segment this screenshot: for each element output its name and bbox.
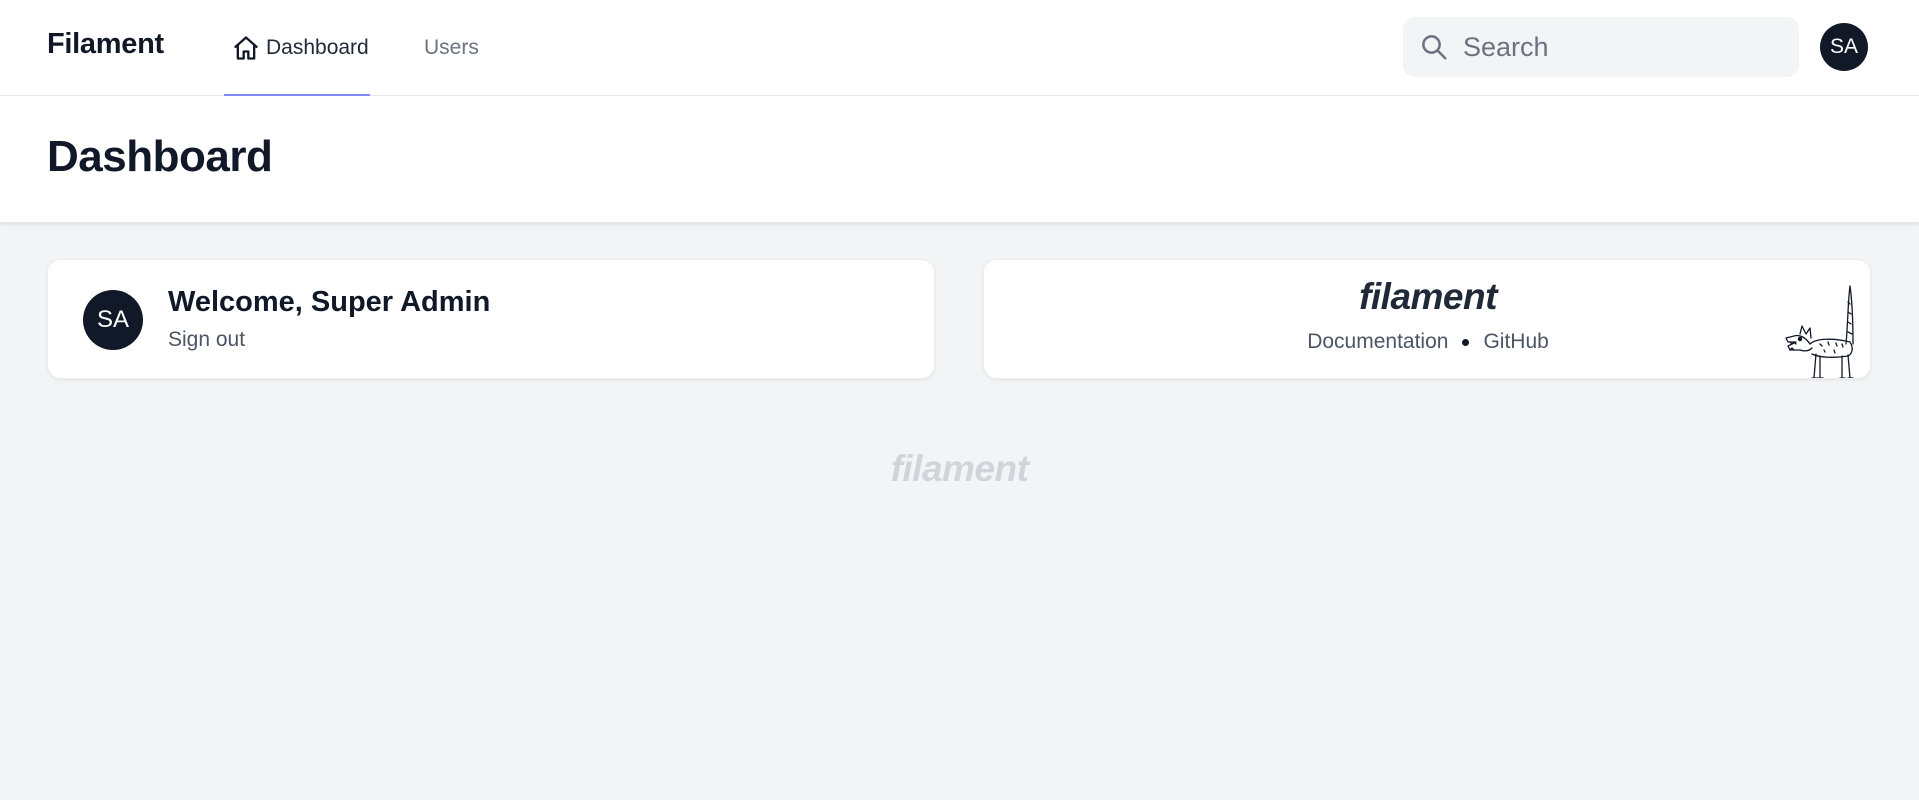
dog-illustration	[1784, 282, 1864, 378]
sign-out-link[interactable]: Sign out	[168, 328, 245, 352]
account-widget: SA Welcome, Super Admin Sign out	[47, 259, 935, 379]
home-icon	[232, 34, 260, 62]
welcome-heading: Welcome, Super Admin	[168, 286, 491, 318]
tab-dashboard-label: Dashboard	[266, 36, 369, 59]
info-links: Documentation GitHub	[984, 330, 1870, 354]
search-box[interactable]	[1403, 17, 1799, 77]
user-avatar[interactable]: SA	[1820, 23, 1868, 71]
tab-users[interactable]: Users	[424, 0, 479, 96]
filament-info-widget: filament Documentation GitHub	[983, 259, 1871, 379]
brand-name[interactable]: Filament	[47, 28, 164, 61]
github-link[interactable]: GitHub	[1483, 330, 1548, 354]
documentation-link[interactable]: Documentation	[1307, 330, 1448, 354]
avatar: SA	[83, 290, 143, 350]
search-icon	[1419, 32, 1449, 62]
page-title: Dashboard	[47, 132, 273, 181]
tab-users-label: Users	[424, 36, 479, 59]
top-navigation: Filament Dashboard Users SA	[0, 0, 1919, 97]
search-input[interactable]	[1463, 31, 1783, 63]
page-header: Dashboard	[0, 96, 1919, 223]
footer-logo[interactable]: filament	[0, 448, 1919, 490]
tab-dashboard[interactable]: Dashboard	[224, 0, 370, 97]
separator-dot	[1462, 338, 1470, 346]
filament-logo: filament	[1359, 276, 1497, 317]
